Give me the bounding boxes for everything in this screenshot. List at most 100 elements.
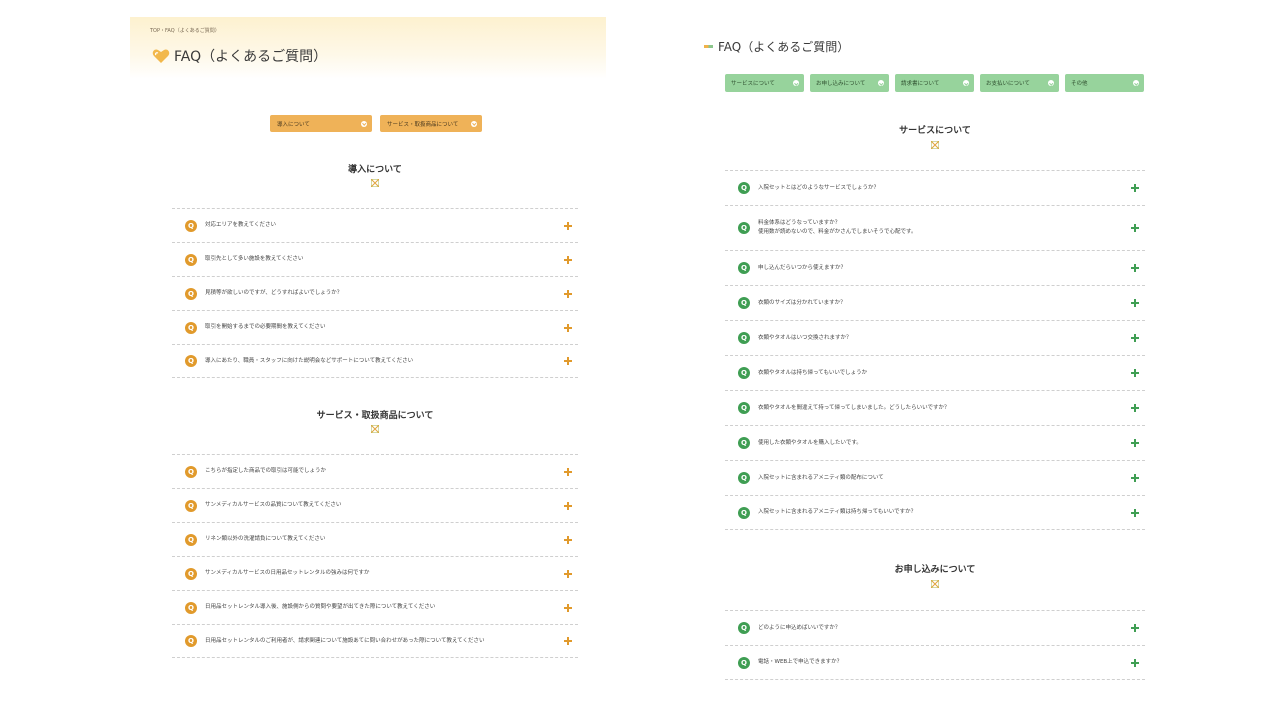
question-text: 入院セットに含まれるアメニティ類の配布について (758, 474, 884, 481)
page-title: FAQ（よくあるご質問） (174, 49, 328, 65)
faq-item[interactable]: Q 衣類やタオルはいつ交換されますか？ (725, 320, 1145, 355)
plus-icon[interactable] (564, 221, 572, 230)
faq-list-service-products: Q こちらが指定した商品での取引は可能でしょうか Q サンメディカルサービスの品… (172, 454, 578, 658)
question-text: サンメディカルサービスの日用品セットレンタルの強みは何ですか (205, 570, 370, 576)
title-bar-icon (704, 45, 713, 48)
faq-item[interactable]: Q こちらが指定した商品での取引は可能でしょうか (172, 454, 578, 488)
question-icon: Q (738, 437, 750, 449)
plus-icon[interactable] (1131, 624, 1139, 632)
plus-icon[interactable] (1131, 264, 1139, 272)
tab-payment[interactable]: お支払いについて (980, 74, 1059, 92)
faq-item[interactable]: Q 見積等が欲しいのですが、どうすればよいでしょうか？ (172, 276, 578, 310)
faq-list-service: Q 入院セットとはどのようなサービスでしょうか？ Q 料金体系はどうなっています… (725, 170, 1145, 530)
heart-icon (152, 49, 170, 63)
faq-item[interactable]: Q 日用品セットレンタルのご利用者が、請求関連について施設あてに問い合わせがあっ… (172, 624, 578, 658)
faq-item[interactable]: Q 対応エリアを教えてください (172, 208, 578, 242)
question-icon: Q (738, 262, 750, 274)
faq-item[interactable]: Q サンメディカルサービスの品質について教えてください (172, 488, 578, 522)
plus-icon[interactable] (564, 501, 572, 510)
chevron-down-icon (1133, 80, 1139, 86)
chevron-down-icon (361, 120, 367, 127)
faq-item[interactable]: Q 申し込んだらいつから使えますか？ (725, 250, 1145, 285)
question-text: 料金体系はどうなっていますか？ 使用数が読めないので、料金がかさんでしまいそうで… (758, 220, 917, 235)
breadcrumb[interactable]: TOP・FAQ（よくあるご質問） (150, 27, 220, 34)
left-faq-page: TOP・FAQ（よくあるご質問） FAQ（よくあるご質問） 導入について サービ… (130, 17, 606, 697)
chevron-down-icon (963, 80, 969, 86)
question-icon: Q (738, 656, 750, 669)
question-icon: Q (185, 499, 197, 512)
plus-icon[interactable] (1131, 224, 1139, 232)
question-text: 入院セットに含まれるアメニティ類は持ち帰ってもいいですか？ (758, 509, 917, 515)
question-text: 導入にあたり、職員・スタッフに向けた説明会などサポートについて教えてください (205, 357, 414, 364)
plus-icon[interactable] (1131, 439, 1139, 447)
plus-icon[interactable] (564, 289, 572, 298)
question-icon: Q (738, 182, 750, 194)
plus-icon[interactable] (1131, 508, 1139, 517)
faq-item[interactable]: Q 料金体系はどうなっていますか？ 使用数が読めないので、料金がかさんでしまいそ… (725, 205, 1145, 250)
question-icon: Q (185, 567, 197, 580)
question-text: 衣類やタオルを間違えて持って帰ってしまいました。どうしたらいいですか？ (758, 404, 950, 411)
tab-application[interactable]: お申し込みについて (810, 74, 889, 92)
tab-label: 請求書について (901, 81, 940, 87)
plus-icon[interactable] (1131, 299, 1139, 307)
question-text: 日用品セットレンタルのご利用者が、請求関連について施設あてに問い合わせがあった際… (205, 637, 485, 644)
plus-icon[interactable] (1131, 658, 1139, 667)
plus-icon[interactable] (564, 637, 572, 645)
faq-item[interactable]: Q 電話・WEB上で申込できますか？ (725, 645, 1145, 680)
tab-service[interactable]: サービスについて (725, 74, 804, 92)
left-tab-bar: 導入について サービス・取扱商品について (270, 115, 482, 132)
question-icon: Q (738, 402, 750, 414)
tab-service-products[interactable]: サービス・取扱商品について (380, 115, 482, 132)
checker-deco-icon (931, 580, 939, 588)
tab-introduction[interactable]: 導入について (270, 115, 372, 132)
faq-item[interactable]: Q 日用品セットレンタル導入後、施設側からの質問や要望が出てきた際について教えて… (172, 590, 578, 624)
page-title-row: FAQ（よくあるご質問） (152, 46, 327, 66)
faq-item[interactable]: Q サンメディカルサービスの日用品セットレンタルの強みは何ですか (172, 556, 578, 590)
question-icon: Q (185, 355, 197, 367)
chevron-down-icon (471, 120, 477, 127)
question-icon: Q (185, 253, 197, 266)
faq-item[interactable]: Q リネン類以外の洗濯請負について教えてください (172, 522, 578, 556)
plus-icon[interactable] (564, 357, 572, 365)
plus-icon[interactable] (1131, 184, 1139, 192)
plus-icon[interactable] (564, 535, 572, 544)
plus-icon[interactable] (1131, 334, 1139, 342)
plus-icon[interactable] (564, 603, 572, 612)
faq-item[interactable]: Q 取引先として多い施設を教えてください (172, 242, 578, 276)
question-icon: Q (185, 635, 197, 647)
checker-deco-icon (371, 179, 379, 187)
plus-icon[interactable] (1131, 404, 1139, 412)
question-text: こちらが指定した商品での取引は可能でしょうか (205, 468, 327, 474)
faq-item[interactable]: Q どのように申込めばいいですか？ (725, 610, 1145, 645)
faq-item[interactable]: Q 入院セットに含まれるアメニティ類は持ち帰ってもいいですか？ (725, 495, 1145, 530)
question-text: リネン類以外の洗濯請負について教えてください (205, 536, 326, 542)
section-heading-application: お申し込みについて (894, 565, 976, 575)
plus-icon[interactable] (564, 323, 572, 332)
plus-icon[interactable] (564, 467, 572, 476)
plus-icon[interactable] (564, 569, 572, 578)
question-icon: Q (185, 219, 197, 232)
checker-deco-icon (931, 141, 939, 149)
question-icon: Q (185, 287, 197, 300)
plus-icon[interactable] (1131, 474, 1139, 482)
tab-label: お支払いについて (986, 81, 1030, 87)
faq-item[interactable]: Q 衣類のサイズは分かれていますか？ (725, 285, 1145, 320)
question-text: 取引先として多い施設を教えてください (205, 256, 304, 262)
question-text: 申し込んだらいつから使えますか？ (758, 264, 847, 271)
faq-item[interactable]: Q 使用した衣類やタオルを購入したいです。 (725, 425, 1145, 460)
tab-invoice[interactable]: 請求書について (895, 74, 974, 92)
question-icon: Q (738, 332, 750, 344)
tab-label: サービスについて (731, 81, 775, 87)
faq-item[interactable]: Q 衣類やタオルは持ち帰ってもいいでしょうか (725, 355, 1145, 390)
faq-item[interactable]: Q 入院セットに含まれるアメニティ類の配布について (725, 460, 1145, 495)
faq-item[interactable]: Q 導入にあたり、職員・スタッフに向けた説明会などサポートについて教えてください (172, 344, 578, 378)
tab-label: 導入について (277, 121, 310, 128)
plus-icon[interactable] (564, 255, 572, 264)
faq-item[interactable]: Q 取引を開始するまでの必要期間を教えてください (172, 310, 578, 344)
faq-item[interactable]: Q 衣類やタオルを間違えて持って帰ってしまいました。どうしたらいいですか？ (725, 390, 1145, 425)
faq-item[interactable]: Q 入院セットとはどのようなサービスでしょうか？ (725, 170, 1145, 205)
question-text: サンメディカルサービスの品質について教えてください (205, 502, 342, 508)
tab-other[interactable]: その他 (1065, 74, 1144, 92)
plus-icon[interactable] (1131, 369, 1139, 377)
tab-label: その他 (1071, 81, 1088, 87)
